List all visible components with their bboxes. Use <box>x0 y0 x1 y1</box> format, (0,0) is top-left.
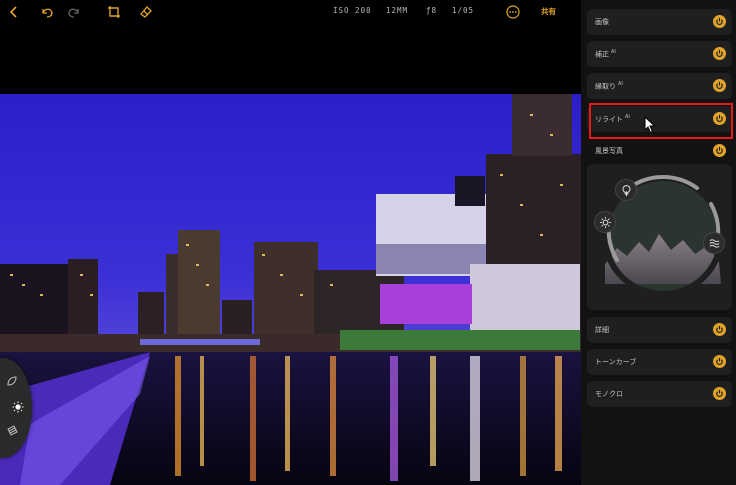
panel-item-label: モノクロ <box>595 390 623 398</box>
adjustment-panel: 画像 補正 AI 縁取り AI リライト AI 風景写真 詳細 トーンカーブ モ… <box>581 0 736 485</box>
power-icon[interactable] <box>713 355 726 368</box>
eraser-icon[interactable] <box>137 3 155 21</box>
panel-item-tone-curve[interactable]: トーンカーブ <box>587 349 732 375</box>
undo-icon[interactable] <box>38 3 56 21</box>
panel-item-landscape[interactable]: 風景写真 <box>587 142 732 160</box>
panel-item-label: 風景写真 <box>595 147 623 155</box>
redo-icon[interactable] <box>65 3 83 21</box>
ai-badge: AI <box>611 49 616 55</box>
panel-item-label: 画像 <box>595 18 609 26</box>
power-icon[interactable] <box>713 47 726 60</box>
texture-icon[interactable] <box>5 424 19 438</box>
water-icon[interactable] <box>703 232 725 254</box>
foliage-icon[interactable] <box>5 374 19 388</box>
landscape-dial[interactable] <box>587 164 732 310</box>
ai-badge: AI <box>618 81 623 87</box>
sun-icon[interactable] <box>594 211 616 233</box>
power-icon[interactable] <box>713 387 726 400</box>
selection-highlight <box>589 103 733 139</box>
panel-item-framing[interactable]: 縁取り AI <box>587 73 732 99</box>
panel-item-label: トーンカーブ <box>595 358 637 366</box>
iso-value: ISO 200 <box>333 6 372 15</box>
panel-item-detail[interactable]: 詳細 <box>587 317 732 343</box>
focal-length-value: 12MM <box>386 6 409 15</box>
crop-icon[interactable] <box>105 3 123 21</box>
tree-icon[interactable] <box>615 179 637 201</box>
power-icon[interactable] <box>713 144 726 157</box>
panel-item-correction[interactable]: 補正 AI <box>587 41 732 67</box>
back-icon[interactable] <box>5 3 23 21</box>
panel-item-label: 縁取り <box>595 82 616 91</box>
shutter-value: 1/05 <box>452 6 475 15</box>
brightness-icon[interactable] <box>11 400 25 414</box>
power-icon[interactable] <box>713 15 726 28</box>
panel-item-label: 詳細 <box>595 326 609 334</box>
power-icon[interactable] <box>713 79 726 92</box>
top-toolbar: ISO 200 12MM ƒ8 1/05 共有 <box>0 0 581 24</box>
more-icon[interactable] <box>504 3 522 21</box>
cursor-icon <box>644 116 656 134</box>
photo-canvas[interactable] <box>0 94 581 485</box>
share-button[interactable]: 共有 <box>541 6 556 17</box>
panel-item-monochrome[interactable]: モノクロ <box>587 381 732 407</box>
panel-item-label: 補正 <box>595 50 609 59</box>
panel-item-image[interactable]: 画像 <box>587 9 732 35</box>
aperture-value: ƒ8 <box>426 6 438 15</box>
power-icon[interactable] <box>713 323 726 336</box>
